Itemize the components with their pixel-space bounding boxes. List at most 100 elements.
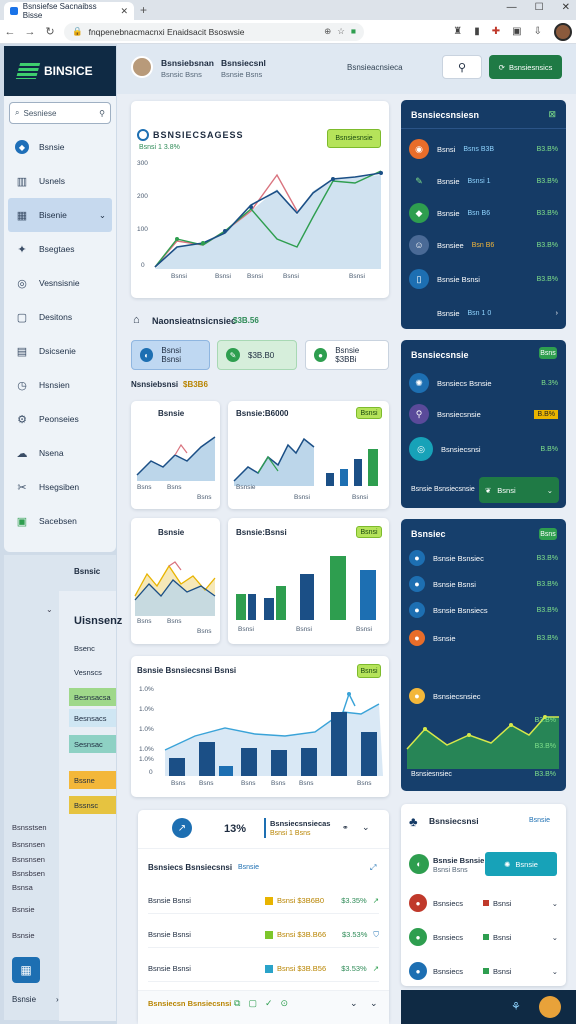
lower-row[interactable]: Besnsacsa [69, 688, 116, 706]
panel-row[interactable]: ● Bsnsie Bsnsiec B3.B% [409, 545, 558, 571]
gift-icon[interactable]: ✚ [492, 26, 500, 37]
sidebar-item-9[interactable]: ☁ Nsena [4, 436, 116, 470]
lower-row[interactable]: Bssnsc [69, 796, 116, 814]
panel-row[interactable]: ◎ Bsnsiecsnsi B.B% [409, 436, 558, 462]
lower-row[interactable]: Vesnscs [69, 663, 116, 681]
maximize-button[interactable]: ☐ [535, 2, 544, 13]
table-row[interactable]: Bsnsie Bsnsi Bsnsi $3B6B0 $3.35% ↗ [148, 888, 379, 914]
install-icon[interactable]: ⊕ [324, 26, 331, 37]
minimize-button[interactable]: — [507, 2, 517, 13]
lower-item[interactable]: Bsnsa [12, 883, 33, 892]
lower-item[interactable]: Bsnsie [12, 905, 35, 914]
metric-row[interactable]: ✎ Bsnsie Bsnsi 1 B3.B% [409, 168, 558, 194]
lower-item[interactable]: Bsnsbsen [12, 869, 45, 878]
panel-link[interactable]: Bsnsie [529, 817, 550, 824]
url-field[interactable]: 🔒 fnqpenebnacmacnxi Enaidsacit Bsoswsie … [64, 22, 364, 41]
lower-item[interactable]: Bsnsnsen [12, 840, 45, 849]
close-window-button[interactable]: ✕ [562, 2, 570, 13]
extension-green-icon[interactable]: ■ [351, 26, 356, 37]
trash-icon[interactable]: ▮ [474, 26, 480, 37]
chevron-down-icon[interactable]: ⌄ [370, 998, 378, 1009]
metric-row[interactable]: ◉ Bsnsi Bsns B3B B3.B% [409, 136, 558, 162]
brand-logo[interactable]: BINSICE [4, 46, 116, 96]
avatar[interactable] [131, 56, 153, 78]
lower-item[interactable]: Bsnsnsen [12, 855, 45, 864]
filter-pill-3[interactable]: ● Bsnsie $3BBi [305, 340, 389, 370]
toggle-icon[interactable]: ⚭ [342, 823, 349, 832]
sidebar-search-input[interactable]: ⌕ Sesniese ⚲ [9, 102, 111, 124]
arrow-icon[interactable]: › [56, 995, 59, 1004]
metric-row[interactable]: ▯ Bsnsie Bsnsi B3.B% [409, 266, 558, 292]
panel-row[interactable]: ⚲ Bsnsiecsnsie B.B% [409, 401, 558, 427]
sidebar-item-5[interactable]: ▢ Desitons [4, 300, 116, 334]
sidebar-item-4[interactable]: ◎ Vesnsisnie [4, 266, 116, 300]
chevron-down-icon[interactable]: ⌄ [350, 998, 358, 1009]
panel-row[interactable]: ● Bsnsiecs Bsnsi ⌄ [409, 924, 558, 950]
lower-row[interactable]: Sesnsac [69, 735, 116, 753]
header-action-button[interactable]: ⟳ Bsnsiesnsics [489, 55, 562, 79]
panel-row[interactable]: ✺ Bsnsiecs Bsnsie B.3% [409, 370, 558, 396]
download-icon[interactable]: ⇩ [534, 26, 542, 37]
sidebar-collapse-button[interactable]: ▦ [12, 957, 40, 983]
filter-pill-2[interactable]: ✎ $3B.B0 [217, 340, 297, 370]
combo-badge[interactable]: Bsnsi [357, 664, 381, 678]
panel-row[interactable]: ● Bsnsiecs Bsnsi ⌄ [409, 958, 558, 984]
forward-icon[interactable]: → [24, 26, 36, 38]
sidebar-item-8[interactable]: ⚙ Peonseies [4, 402, 116, 436]
sidebar-item-6[interactable]: ▤ Dsicsenie [4, 334, 116, 368]
lower-row[interactable]: Bssne [69, 771, 116, 789]
network-icon[interactable]: ⚘ [511, 1000, 521, 1013]
check-icon[interactable]: ✓ [265, 998, 273, 1009]
panel-badge[interactable]: Bsns [539, 528, 557, 540]
panel-badge[interactable]: Bsns [539, 347, 557, 359]
link-icon[interactable]: ⊙ [281, 998, 289, 1009]
sidebar-item-10[interactable]: ✂ Hsegsiben [4, 470, 116, 504]
main-chart-button[interactable]: Bsnsiesnsie [327, 129, 381, 148]
chevron-down-icon[interactable]: ⌄ [46, 605, 53, 614]
sidebar-item-0[interactable]: ◆ Bsnsie [4, 130, 116, 164]
panel-footer-button[interactable]: ❦ Bsnsi ⌄ [479, 477, 559, 503]
panel-row[interactable]: ● Bsnsiecsnsiec [409, 683, 558, 709]
panel-row[interactable]: ● Bsnsie B3.B% [409, 625, 558, 651]
close-icon[interactable]: ⊠ [548, 109, 556, 120]
copy-icon[interactable]: ⧉ [234, 998, 240, 1009]
reload-icon[interactable]: ↻ [44, 25, 56, 38]
chevron-down-icon[interactable]: ⌄ [362, 822, 370, 833]
metric-row[interactable]: ◆ Bsnsie Bsn B6 B3.B% [409, 200, 558, 226]
sidebar-item-1[interactable]: ▥ Usnels [4, 164, 116, 198]
browser-tab[interactable]: Bsnsiefse Sacnaibss Bisse ✕ [4, 2, 134, 20]
sidebar-item-7[interactable]: ◷ Hsnsien [4, 368, 116, 402]
panel-row[interactable]: ● Bsnsiecs Bsnsi ⌄ [409, 890, 558, 916]
lower-item[interactable]: Bsnsstsen [12, 823, 47, 832]
profile-avatar[interactable] [554, 22, 572, 41]
metric-row[interactable]: ☺ Bsnsiee Bsn B6 B3.B% [409, 232, 558, 258]
filter-pill-1[interactable]: ◐ Bsnsi Bsnsi [131, 340, 210, 370]
expand-icon[interactable]: ⤢ [370, 863, 376, 873]
sidebar-item-2[interactable]: ▦ Bisenie ⌄ [8, 198, 112, 232]
panel-row[interactable]: ● Bsnsie Bsnsiecs B3.B% [409, 597, 558, 623]
sidebar-toggle-icon[interactable]: ▣ [512, 26, 521, 37]
back-icon[interactable]: ← [4, 26, 16, 38]
table-link[interactable]: Bsnsie [238, 864, 259, 871]
lower-item[interactable]: Bsnsie [12, 931, 35, 940]
mini-badge[interactable]: Bsnsi [356, 407, 382, 419]
mini-badge[interactable]: Bsnsi [356, 526, 382, 538]
lower-row[interactable]: Bsenc [69, 639, 116, 657]
bookmark-star-icon[interactable]: ☆ [337, 26, 345, 37]
avatar[interactable] [539, 996, 561, 1018]
metric-row[interactable]: Bsnsie Bsn 1 0 › [409, 300, 558, 326]
table-row[interactable]: Bsnsie Bsnsi Bsnsi $3B.B66 $3.53% ⛉ [148, 922, 379, 948]
search-submit-icon[interactable]: ⚲ [99, 109, 105, 118]
table-row[interactable]: Bsnsie Bsnsi Bsnsi $3B.B56 $3.53% ↗ [148, 956, 379, 982]
extensions-puzzle-icon[interactable]: ♜ [453, 26, 462, 37]
close-tab-icon[interactable]: ✕ [120, 6, 128, 17]
lock-icon[interactable]: ▢ [248, 998, 257, 1009]
sidebar-item-3[interactable]: ✦ Bsegtaes [4, 232, 116, 266]
panel-action-button[interactable]: ✺ Bsnsie [485, 852, 557, 876]
new-tab-icon[interactable]: + [140, 3, 147, 17]
header-search-button[interactable]: ⚲ [442, 55, 482, 79]
panel-row[interactable]: ● Bsnsie Bsnsi B3.B% [409, 571, 558, 597]
settings-footer-label[interactable]: Bsnsie [12, 995, 36, 1004]
sidebar-item-11[interactable]: ▣ Sacebsen [4, 504, 116, 538]
lower-row[interactable]: Besnsacs [69, 709, 116, 727]
